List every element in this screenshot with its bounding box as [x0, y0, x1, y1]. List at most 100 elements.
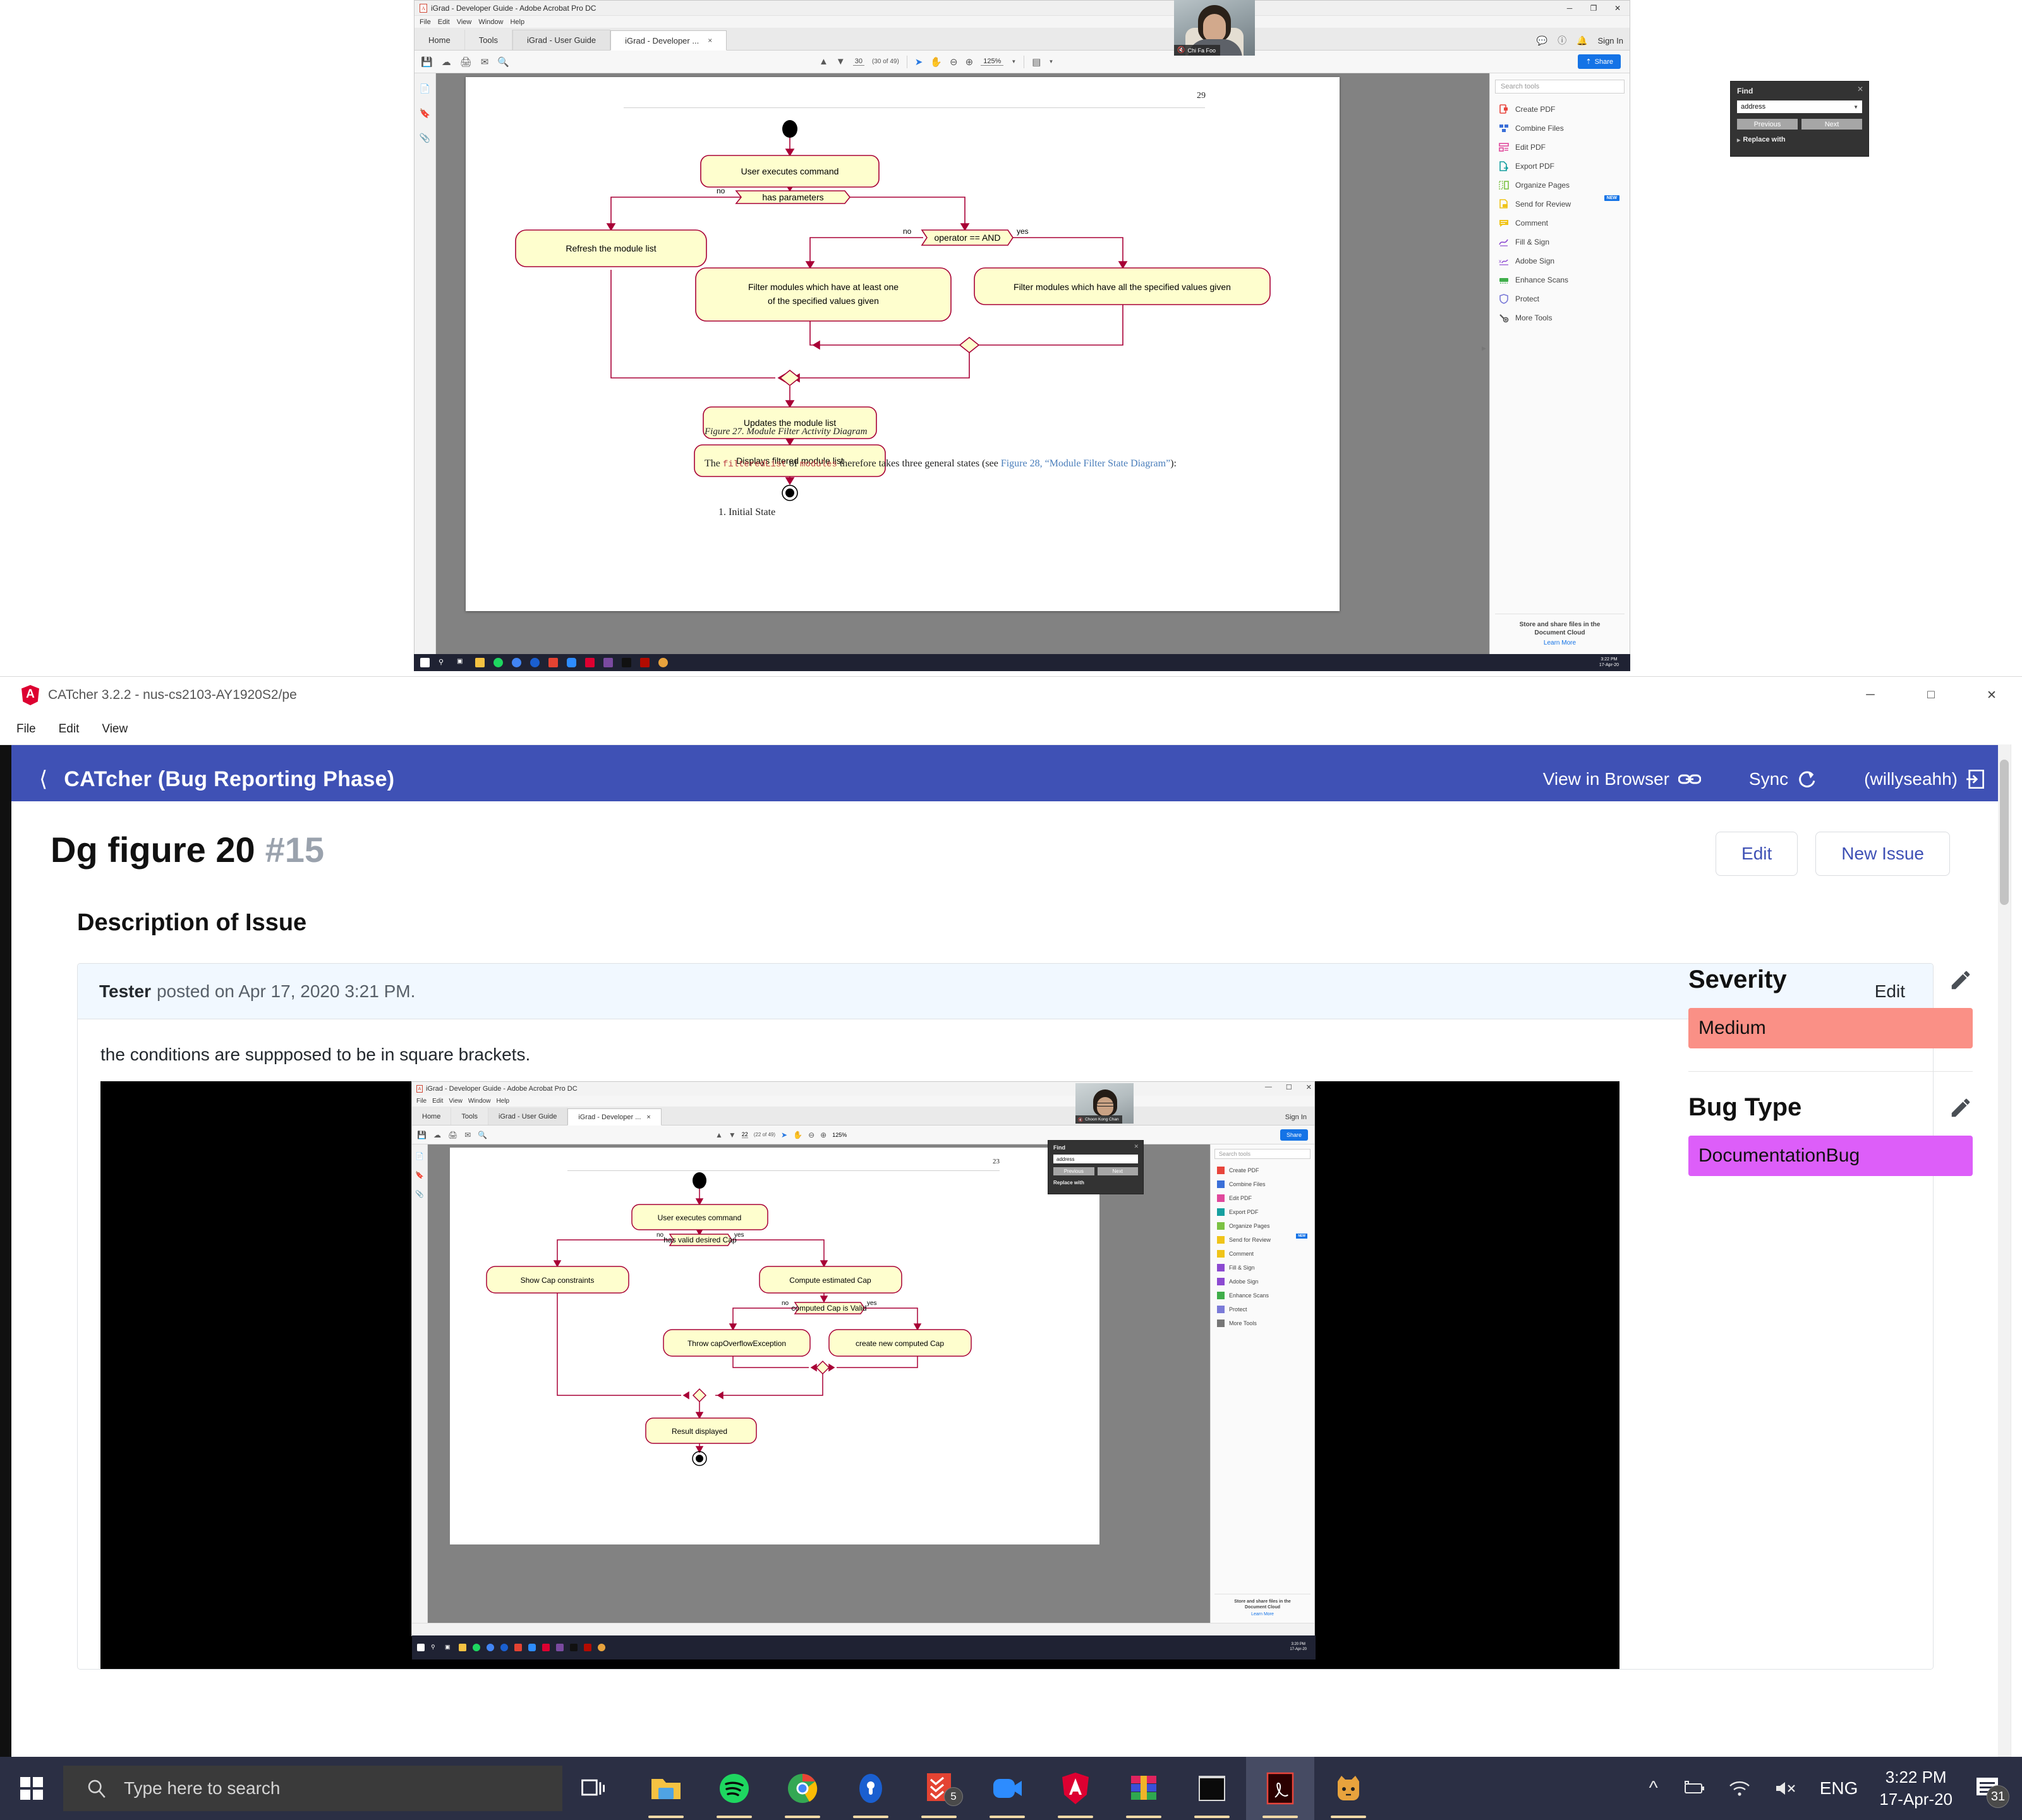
minimize-button[interactable]: ─ — [1840, 677, 1901, 713]
taskbar-app-terminal[interactable] — [1178, 1757, 1246, 1820]
menu-file[interactable]: File — [420, 18, 431, 26]
show-hidden-icons-icon[interactable]: ^ — [1649, 1778, 1658, 1799]
spotify-icon[interactable] — [493, 658, 503, 667]
maximize-button[interactable]: □ — [1901, 677, 1961, 713]
severity-chip[interactable]: Medium — [1688, 1008, 1973, 1048]
taskbar-app-spotify[interactable] — [700, 1757, 768, 1820]
page-number-input[interactable]: 30 — [852, 58, 864, 66]
pencil-icon[interactable] — [1949, 968, 1973, 992]
tool-edit-pdf[interactable]: Edit PDF — [1495, 138, 1625, 157]
zoom-dropdown-icon[interactable]: ▼ — [1011, 59, 1016, 64]
user-logout-button[interactable]: (willyseahh) — [1864, 769, 1984, 789]
taskbar-app-winrar[interactable] — [1110, 1757, 1178, 1820]
taskbar-app-chrome[interactable] — [768, 1757, 837, 1820]
file-explorer-icon[interactable] — [475, 658, 485, 667]
zoom-in-icon[interactable]: ⊕ — [966, 56, 974, 68]
close-button[interactable]: ✕ — [1961, 677, 2022, 713]
figure-28-link[interactable]: Figure 28, “Module Filter State Diagram” — [1001, 458, 1170, 469]
tool-more-tools[interactable]: More Tools — [1495, 308, 1625, 327]
chrome-icon[interactable] — [512, 658, 521, 667]
page-up-icon[interactable]: ▲ — [819, 56, 828, 67]
pdf-page-area[interactable]: 29 User executes command has parameters … — [452, 73, 1621, 655]
tool-export-pdf[interactable]: Export PDF — [1495, 157, 1625, 176]
tab-igrad-developer-guide[interactable]: iGrad - Developer ... × — [610, 30, 727, 51]
find-input[interactable]: address ▼ — [1737, 100, 1862, 113]
back-chevron-icon[interactable]: ⟨ — [39, 767, 47, 792]
minimize-button[interactable]: ─ — [1558, 1, 1582, 16]
taskbar-app-file-explorer[interactable] — [632, 1757, 700, 1820]
hand-tool-icon[interactable]: ✋ — [930, 56, 942, 68]
find-next-button[interactable]: Next — [1801, 119, 1862, 130]
taskbar-app-todoist[interactable]: 5 — [905, 1757, 973, 1820]
embedded-screenshot-image[interactable]: A iGrad - Developer Guide - Adobe Acroba… — [100, 1081, 1619, 1669]
battery-charging-icon[interactable] — [1680, 1778, 1706, 1799]
bell-icon[interactable]: 🔔 — [1577, 35, 1587, 46]
help-icon[interactable]: ⓘ — [1558, 34, 1566, 47]
chevron-down-icon[interactable]: ▼ — [1853, 104, 1858, 110]
tool-comment[interactable]: Comment — [1495, 214, 1625, 233]
tools-collapse-icon[interactable]: ▶ — [1482, 345, 1486, 352]
page-fit-dropdown-icon[interactable]: ▼ — [1048, 59, 1053, 64]
tab-igrad-user-guide[interactable]: iGrad - User Guide — [512, 30, 611, 50]
chat-icon[interactable]: 💬 — [1537, 35, 1547, 46]
page-fit-icon[interactable]: ▤ — [1032, 56, 1041, 68]
tool-enhance-scans[interactable]: Enhance Scans — [1495, 270, 1625, 289]
tool-fill-sign[interactable]: Fill & Sign — [1495, 233, 1625, 252]
page-thumbnails-icon[interactable]: 📄 — [420, 83, 430, 94]
taskbar-app-adobe-acrobat[interactable] — [1246, 1757, 1314, 1820]
find-previous-button[interactable]: Previous — [1737, 119, 1798, 130]
catcher-scroll-thumb[interactable] — [2000, 760, 2009, 905]
taskbar-app-telegram-fox[interactable] — [1314, 1757, 1383, 1820]
pencil-icon[interactable] — [1949, 1096, 1973, 1120]
sync-button[interactable]: Sync — [1749, 769, 1816, 789]
start-button[interactable] — [0, 1757, 63, 1820]
zoom-video-overlay[interactable]: 🔇 Chi Fa Foo — [1174, 0, 1255, 56]
angular-icon[interactable] — [585, 658, 595, 667]
wifi-icon[interactable] — [1728, 1778, 1752, 1799]
tool-protect[interactable]: Protect — [1495, 289, 1625, 308]
terminal-icon[interactable] — [622, 658, 631, 667]
volume-muted-icon[interactable] — [1773, 1778, 1798, 1799]
tool-organize-pages[interactable]: Organize Pages — [1495, 176, 1625, 195]
find-replace-toggle[interactable]: ▶ Replace with — [1737, 136, 1862, 143]
learn-more-link[interactable]: Learn More — [1495, 640, 1625, 646]
page-down-icon[interactable]: ▼ — [836, 56, 845, 67]
task-view-icon[interactable]: ▣ — [457, 658, 466, 667]
taskbar-app-angular[interactable] — [1041, 1757, 1110, 1820]
postman-icon[interactable] — [530, 658, 540, 667]
adobe-acrobat-icon[interactable] — [640, 658, 650, 667]
taskbar-clock[interactable]: 3:22 PM 17-Apr-20 — [1599, 657, 1619, 669]
zoom-level-value[interactable]: 125% — [981, 58, 1004, 66]
edit-issue-button[interactable]: Edit — [1716, 832, 1798, 876]
menu-window[interactable]: Window — [478, 18, 503, 26]
zoom-out-icon[interactable]: ⊖ — [950, 56, 958, 68]
sign-in-button[interactable]: Sign In — [1598, 36, 1623, 46]
tab-tools[interactable]: Tools — [465, 30, 513, 50]
action-center-button[interactable]: 31 — [1974, 1774, 2009, 1808]
menu-view[interactable]: View — [457, 18, 472, 26]
search-input[interactable]: Type here to search — [63, 1766, 562, 1811]
view-in-browser-button[interactable]: View in Browser — [1543, 769, 1701, 789]
taskbar-clock[interactable]: 3:22 PM 17-Apr-20 — [1879, 1766, 1952, 1811]
catcher-vertical-scrollbar[interactable] — [1998, 744, 2011, 1757]
close-button[interactable]: ✕ — [1606, 1, 1630, 16]
menu-help[interactable]: Help — [510, 18, 524, 26]
save-icon[interactable]: 💾 — [421, 56, 433, 68]
tools-search-input[interactable]: Search tools — [1495, 80, 1625, 94]
tool-adobe-sign[interactable]: x Adobe Sign — [1495, 252, 1625, 270]
menu-view[interactable]: View — [102, 722, 128, 736]
select-tool-icon[interactable]: ➤ — [915, 56, 923, 68]
zoom-icon[interactable] — [567, 658, 576, 667]
search-icon[interactable]: 🔍 — [497, 56, 509, 68]
search-icon[interactable]: ⚲ — [439, 658, 448, 667]
tab-home[interactable]: Home — [415, 30, 465, 50]
menu-file[interactable]: File — [16, 722, 36, 736]
find-close-icon[interactable]: ✕ — [1857, 85, 1863, 94]
task-view-button[interactable] — [562, 1778, 626, 1799]
tab-close-icon[interactable]: × — [708, 36, 712, 45]
menu-edit[interactable]: Edit — [59, 722, 80, 736]
tool-send-for-review[interactable]: Send for Review NEW — [1495, 195, 1625, 214]
taskbar-app-zoom[interactable] — [973, 1757, 1041, 1820]
winrar-icon[interactable] — [603, 658, 613, 667]
upload-cloud-icon[interactable]: ☁ — [442, 56, 451, 68]
